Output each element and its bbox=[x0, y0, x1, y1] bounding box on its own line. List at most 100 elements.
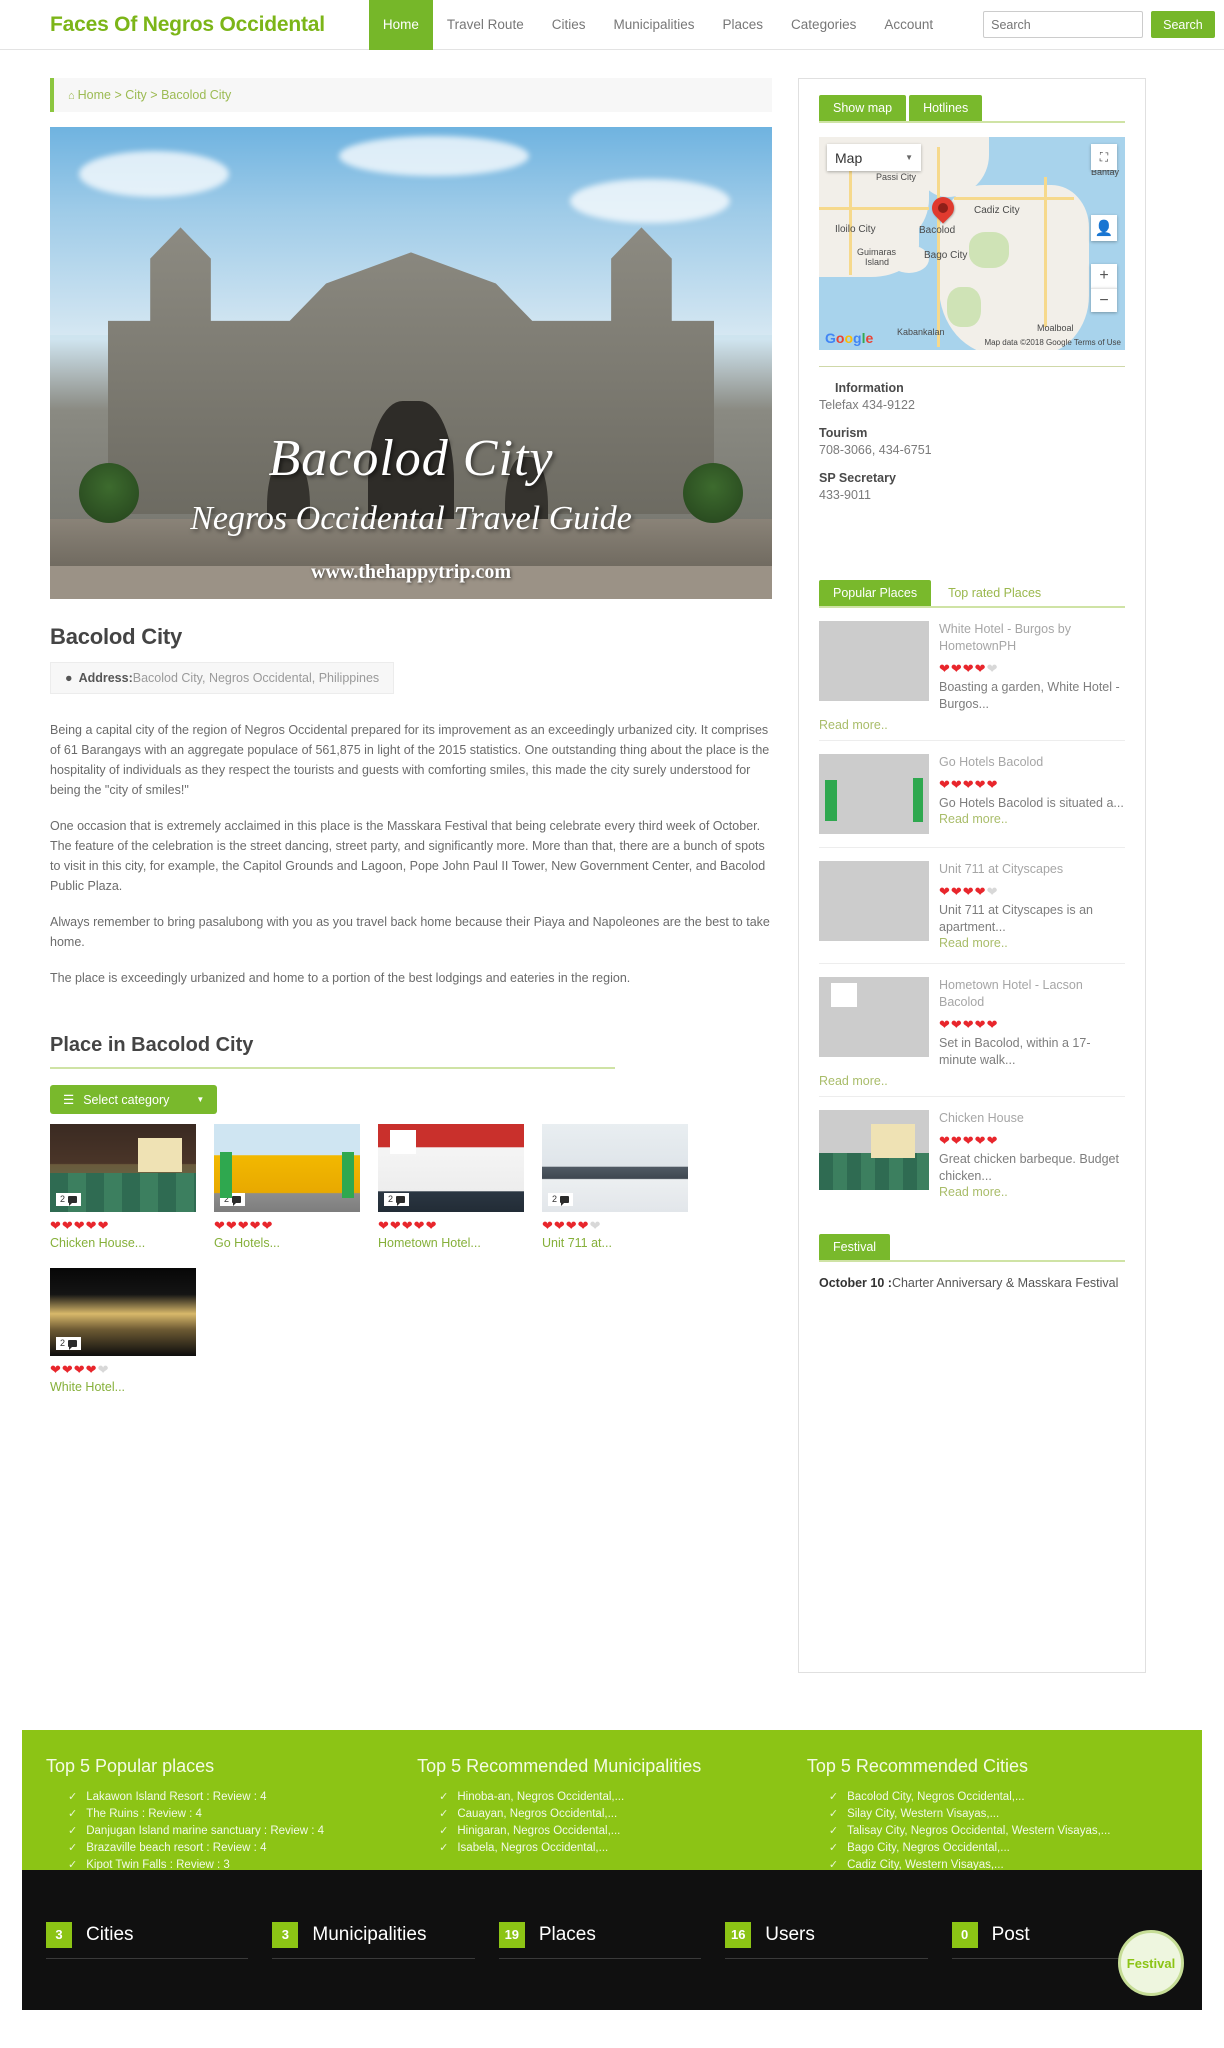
footer-item-label: Silay City, Western Visayas,... bbox=[847, 1808, 1000, 1820]
stat-label: Places bbox=[538, 1923, 596, 1945]
gallery-card-label[interactable]: White Hotel... bbox=[50, 1380, 196, 1394]
location-map[interactable]: Passi City Iloilo City Guimaras Island B… bbox=[819, 137, 1125, 350]
section-title-places: Place in Bacolod City bbox=[50, 1034, 615, 1069]
map-fullscreen-button[interactable]: ⛶ bbox=[1091, 144, 1117, 170]
site-brand[interactable]: Faces Of Negros Occidental bbox=[50, 13, 325, 37]
stat-users[interactable]: 16 Users bbox=[725, 1921, 928, 1959]
footer-list-item[interactable]: ✓ Lakawon Island Resort : Review : 4 bbox=[68, 1789, 417, 1806]
nav-item-categories[interactable]: Categories bbox=[777, 0, 870, 50]
popular-place-title[interactable]: Chicken House bbox=[939, 1110, 1125, 1127]
popular-place-title[interactable]: Go Hotels Bacolod bbox=[939, 754, 1125, 771]
gallery-card-label[interactable]: Go Hotels... bbox=[214, 1236, 360, 1250]
breadcrumb-home[interactable]: Home bbox=[78, 88, 111, 102]
map-zoom-in-button[interactable]: + bbox=[1091, 264, 1117, 288]
popular-place-thumbnail[interactable] bbox=[819, 861, 929, 941]
footer-list-item[interactable]: ✓ Bacolod City, Negros Occidental,... bbox=[829, 1789, 1178, 1806]
gallery-card-label[interactable]: Chicken House... bbox=[50, 1236, 196, 1250]
tab-show-map[interactable]: Show map bbox=[819, 95, 907, 121]
gallery-card[interactable]: 2 ❤❤❤❤❤ Go Hotels... bbox=[214, 1124, 360, 1250]
read-more-link[interactable]: Read more.. bbox=[939, 936, 1125, 950]
popular-place-thumbnail[interactable] bbox=[819, 977, 929, 1057]
popular-place-item[interactable]: Go Hotels Bacolod ❤❤❤❤❤ Go Hotels Bacolo… bbox=[819, 740, 1125, 847]
footer-list-item[interactable]: ✓ Danjugan Island marine sanctuary : Revi… bbox=[68, 1823, 417, 1840]
page-title: Bacolod City bbox=[50, 624, 183, 649]
footer-list-item[interactable]: ✓ Cauayan, Negros Occidental,... bbox=[439, 1806, 807, 1823]
gallery-card[interactable]: 2 ❤❤❤❤❤ Chicken House... bbox=[50, 1124, 196, 1250]
popular-place-description: Set in Bacolod, within a 17-minute walk.… bbox=[939, 1036, 1091, 1067]
stat-label: Post bbox=[991, 1923, 1030, 1945]
search-button[interactable]: Search bbox=[1151, 11, 1215, 38]
popular-place-item[interactable]: Chicken House ❤❤❤❤❤ Great chicken barbeq… bbox=[819, 1096, 1125, 1212]
home-icon: ⌂ bbox=[68, 90, 75, 102]
gallery-thumbnail[interactable]: 2 bbox=[378, 1124, 524, 1212]
gallery-thumbnail[interactable]: 2 bbox=[214, 1124, 360, 1212]
read-more-link[interactable]: Read more.. bbox=[819, 718, 1125, 732]
street-view-pegman-icon[interactable]: 👤 bbox=[1091, 215, 1117, 241]
footer-list-item[interactable]: ✓ Hinigaran, Negros Occidental,... bbox=[439, 1823, 807, 1840]
tab-hotlines[interactable]: Hotlines bbox=[909, 95, 983, 121]
stat-cities[interactable]: 3 Cities bbox=[46, 1921, 249, 1959]
comment-count: 2 bbox=[552, 1194, 558, 1204]
map-label: Kabankalan bbox=[897, 327, 945, 337]
footer-list-item[interactable]: ✓ Brazaville beach resort : Review : 4 bbox=[68, 1840, 417, 1857]
popular-place-body: Go Hotels Bacolod ❤❤❤❤❤ Go Hotels Bacolo… bbox=[939, 754, 1125, 834]
gallery-thumbnail[interactable]: 2 bbox=[50, 1268, 196, 1356]
nav-item-account[interactable]: Account bbox=[870, 0, 947, 50]
popular-place-thumbnail[interactable] bbox=[819, 1110, 929, 1190]
info-heading: SP Secretary bbox=[819, 471, 896, 485]
footer-list-item[interactable]: ✓ Silay City, Western Visayas,... bbox=[829, 1806, 1178, 1823]
gallery-card[interactable]: 2 ❤❤❤❤❤ Unit 711 at... bbox=[542, 1124, 688, 1250]
nav-item-cities[interactable]: Cities bbox=[538, 0, 600, 50]
map-attribution: Map data ©2018 Google Terms of Use bbox=[984, 338, 1122, 347]
gallery-thumbnail[interactable]: 2 bbox=[542, 1124, 688, 1212]
footer-list-item[interactable]: ✓ Hinoba-an, Negros Occidental,... bbox=[439, 1789, 807, 1806]
map-tabs: Show map Hotlines bbox=[819, 95, 1125, 123]
breadcrumb-city[interactable]: City bbox=[125, 88, 147, 102]
footer-list-item[interactable]: ✓ The Ruins : Review : 4 bbox=[68, 1806, 417, 1823]
popular-place-thumbnail[interactable] bbox=[819, 754, 929, 834]
stat-municipalities[interactable]: 3 Municipalities bbox=[272, 1921, 475, 1959]
stat-places[interactable]: 19 Places bbox=[498, 1921, 702, 1959]
popular-place-thumbnail[interactable] bbox=[819, 621, 929, 701]
map-zoom-out-button[interactable]: − bbox=[1091, 288, 1117, 312]
map-type-selector[interactable]: Map ▼ bbox=[827, 144, 921, 171]
stat-count: 16 bbox=[725, 1921, 752, 1948]
read-more-link[interactable]: Read more.. bbox=[819, 1074, 1125, 1088]
map-label: Guimaras bbox=[857, 247, 897, 257]
gallery-card-label[interactable]: Unit 711 at... bbox=[542, 1236, 688, 1250]
popular-place-title[interactable]: Unit 711 at Cityscapes bbox=[939, 861, 1125, 878]
festival-name: Charter Anniversary & Masskara Festival bbox=[891, 1276, 1119, 1290]
popular-place-title[interactable]: Hometown Hotel - Lacson Bacolod bbox=[939, 977, 1125, 1011]
tab-top-rated-places[interactable]: Top rated Places bbox=[934, 580, 1055, 606]
nav-item-travel-route[interactable]: Travel Route bbox=[433, 0, 538, 50]
footer-item-label: Bacolod City, Negros Occidental,... bbox=[847, 1791, 1025, 1803]
read-more-link[interactable]: Read more.. bbox=[939, 812, 1125, 826]
read-more-link[interactable]: Read more.. bbox=[939, 1185, 1125, 1199]
popular-place-item[interactable]: White Hotel - Burgos by HometownPH ❤❤❤❤❤… bbox=[819, 608, 1125, 726]
gallery-card-label[interactable]: Hometown Hotel... bbox=[378, 1236, 524, 1250]
nav-item-municipalities[interactable]: Municipalities bbox=[599, 0, 708, 50]
rating-hearts: ❤❤❤❤❤ bbox=[214, 1218, 274, 1233]
gallery-card[interactable]: 2 ❤❤❤❤❤ White Hotel... bbox=[50, 1268, 196, 1394]
footer-list-item[interactable]: ✓ Isabela, Negros Occidental,... bbox=[439, 1840, 807, 1857]
festival-entry: October 10 :Charter Anniversary & Masska… bbox=[819, 1276, 1125, 1290]
festival-floating-badge[interactable]: Festival bbox=[1118, 1930, 1184, 1996]
description-paragraph-1: Being a capital city of the region of Ne… bbox=[50, 723, 770, 797]
places-gallery: 2 ❤❤❤❤❤ Chicken House... 2 ❤❤❤❤❤ Go Hote… bbox=[50, 1124, 772, 1394]
footer-list-item[interactable]: ✓ Bago City, Negros Occidental,... bbox=[829, 1840, 1178, 1857]
popular-place-title[interactable]: White Hotel - Burgos by HometownPH bbox=[939, 621, 1125, 655]
popular-place-item[interactable]: Unit 711 at Cityscapes ❤❤❤❤❤ Unit 711 at… bbox=[819, 847, 1125, 963]
nav-item-places[interactable]: Places bbox=[709, 0, 778, 50]
select-category-button[interactable]: ☰ Select category ▼ bbox=[50, 1085, 218, 1114]
footer-list-item[interactable]: ✓ Talisay City, Negros Occidental, Wester… bbox=[829, 1823, 1178, 1840]
gallery-thumbnail[interactable]: 2 bbox=[50, 1124, 196, 1212]
popular-place-item[interactable]: Hometown Hotel - Lacson Bacolod ❤❤❤❤❤ Se… bbox=[819, 963, 1125, 1082]
footer-item-label: Bago City, Negros Occidental,... bbox=[847, 1842, 1010, 1854]
search-input[interactable] bbox=[983, 11, 1144, 38]
gallery-card[interactable]: 2 ❤❤❤❤❤ Hometown Hotel... bbox=[378, 1124, 524, 1250]
tab-festival[interactable]: Festival bbox=[819, 1234, 891, 1260]
comment-badge: 2 bbox=[548, 1193, 574, 1206]
map-road bbox=[954, 197, 1074, 200]
tab-popular-places[interactable]: Popular Places bbox=[819, 580, 932, 606]
nav-item-home[interactable]: Home bbox=[368, 0, 433, 50]
